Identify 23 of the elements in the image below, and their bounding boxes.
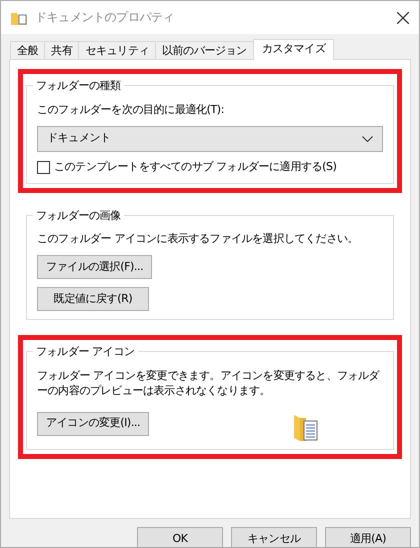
button[interactable]: ファイルの選択(F)... [37, 255, 152, 280]
window-title: ドキュメントのプロパティ [35, 9, 174, 26]
group-title: フォルダーの種類 [33, 78, 124, 93]
description-text: フォルダー アイコンを変更できます。アイコンを変更すると、フォルダーの内容のプレビューは表示されなくなります。 [37, 369, 381, 399]
description-text: このフォルダー アイコンに表示するファイルを選択してください。 [37, 232, 360, 248]
folder-document-icon [294, 414, 318, 441]
button[interactable]: OK [137, 527, 223, 547]
field-label: このフォルダーを次の目的に最適化(T): [37, 102, 226, 118]
tab[interactable]: カスタマイズ [252, 39, 334, 60]
group-title: フォルダーの画像 [33, 208, 124, 223]
tab[interactable]: 共有 [44, 41, 80, 59]
button[interactable]: キャンセル [231, 527, 317, 547]
close-icon[interactable] [397, 12, 409, 24]
button[interactable]: 既定値に戻す(R) [37, 287, 149, 312]
group-title: フォルダー アイコン [33, 344, 138, 360]
chevron-down-icon [362, 136, 373, 142]
button[interactable]: アイコンの変更(I)... [37, 412, 150, 436]
tab[interactable]: 全般 [10, 41, 46, 59]
button[interactable]: 適用(A) [325, 527, 411, 547]
checkbox-label: このテンプレートをすべてのサブ フォルダーに適用する(S) [54, 160, 336, 175]
folder-icon [11, 10, 27, 24]
dropdown[interactable]: ドキュメント [37, 126, 383, 152]
checkbox[interactable] [37, 160, 50, 174]
